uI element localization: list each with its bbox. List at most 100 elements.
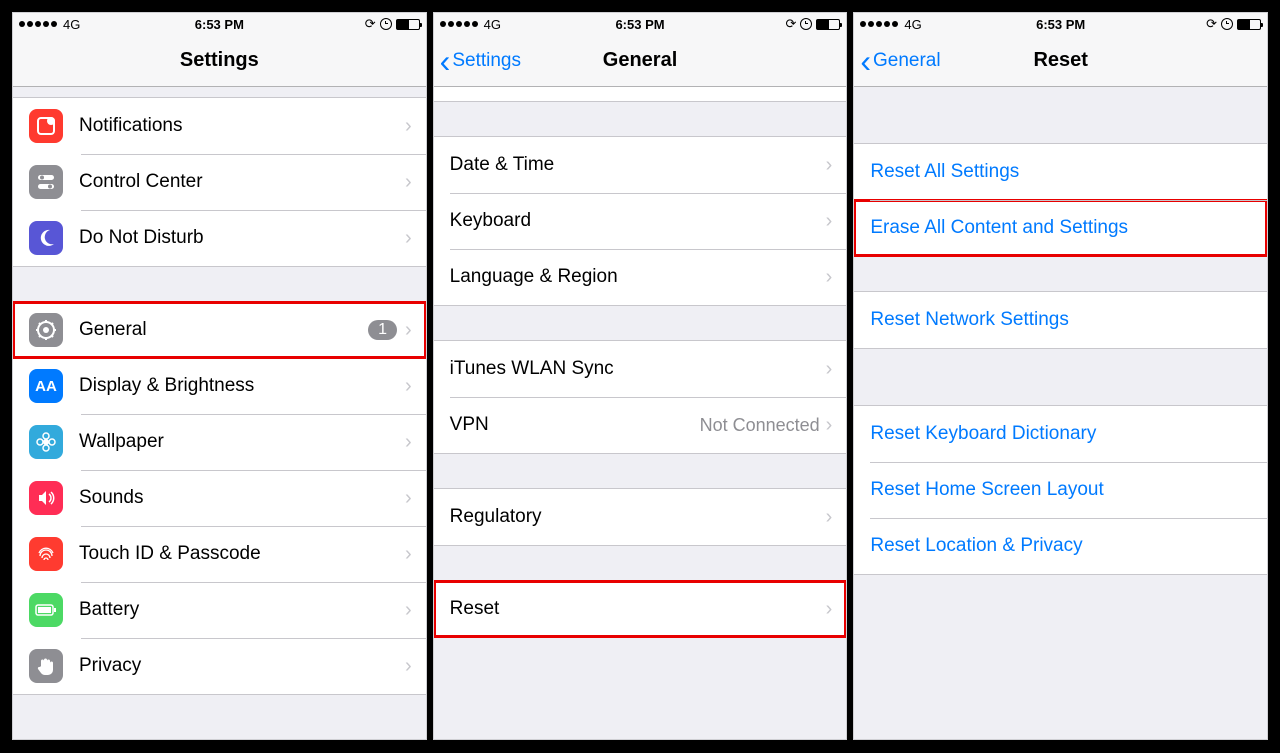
row-label: Touch ID & Passcode <box>79 543 405 565</box>
row-reset-location[interactable]: Reset Location & Privacy <box>854 518 1267 574</box>
battery-icon <box>816 19 840 30</box>
row-reset-home[interactable]: Reset Home Screen Layout <box>854 462 1267 518</box>
row-label: Date & Time <box>450 154 826 176</box>
fingerprint-icon <box>29 537 63 571</box>
clock-label: 6:53 PM <box>854 17 1267 32</box>
row-detail: Not Connected <box>700 415 820 436</box>
row-label: Privacy <box>79 655 405 677</box>
reset-group-1: Reset All Settings Erase All Content and… <box>854 143 1267 257</box>
row-notifications[interactable]: Notifications › <box>13 98 426 154</box>
reset-group-2: Reset Network Settings <box>854 291 1267 349</box>
row-label: Wallpaper <box>79 431 405 453</box>
chevron-right-icon: › <box>826 598 833 621</box>
chevron-right-icon: › <box>405 227 412 250</box>
row-reset-keyboard[interactable]: Reset Keyboard Dictionary <box>854 406 1267 462</box>
gear-icon <box>29 313 63 347</box>
row-language[interactable]: Language & Region › <box>434 249 847 305</box>
settings-group-1: Notifications › Control Center › Do Not … <box>13 97 426 267</box>
alarm-icon <box>800 18 812 30</box>
row-label: Reset Location & Privacy <box>870 535 1253 557</box>
status-bar: 4G 6:53 PM ⟳ <box>434 13 847 35</box>
battery-icon <box>29 593 63 627</box>
row-reset[interactable]: Reset › <box>434 581 847 637</box>
chevron-right-icon: › <box>826 506 833 529</box>
row-label: VPN <box>450 414 700 436</box>
row-privacy[interactable]: Privacy › <box>13 638 426 694</box>
chevron-right-icon: › <box>826 210 833 233</box>
screen-general: 4G 6:53 PM ⟳ ‹ Settings General Date & T… <box>433 12 848 740</box>
reset-group-3: Reset Keyboard Dictionary Reset Home Scr… <box>854 405 1267 575</box>
row-touchid[interactable]: Touch ID & Passcode › <box>13 526 426 582</box>
general-group-1: Date & Time › Keyboard › Language & Regi… <box>434 136 847 306</box>
partial-row <box>434 87 847 101</box>
general-group-3: Regulatory › <box>434 488 847 546</box>
chevron-right-icon: › <box>405 655 412 678</box>
page-title: General <box>434 49 847 72</box>
rotation-lock-icon: ⟳ <box>365 16 376 32</box>
toggles-icon <box>29 165 63 199</box>
rotation-lock-icon: ⟳ <box>785 16 796 32</box>
row-dnd[interactable]: Do Not Disturb › <box>13 210 426 266</box>
row-date-time[interactable]: Date & Time › <box>434 137 847 193</box>
row-battery[interactable]: Battery › <box>13 582 426 638</box>
row-vpn[interactable]: VPN Not Connected › <box>434 397 847 453</box>
status-bar: 4G 6:53 PM ⟳ <box>13 13 426 35</box>
aa-icon: AA <box>29 369 63 403</box>
row-label: Reset Home Screen Layout <box>870 479 1253 501</box>
row-label: Reset Keyboard Dictionary <box>870 423 1253 445</box>
screen-reset: 4G 6:53 PM ⟳ ‹ General Reset Reset All S… <box>853 12 1268 740</box>
general-group-4: Reset › <box>434 580 847 638</box>
row-label: Regulatory <box>450 506 826 528</box>
row-label: Erase All Content and Settings <box>870 217 1253 239</box>
clock-label: 6:53 PM <box>434 17 847 32</box>
page-title: Settings <box>13 49 426 72</box>
row-sounds[interactable]: Sounds › <box>13 470 426 526</box>
general-group-2: iTunes WLAN Sync › VPN Not Connected › <box>434 340 847 454</box>
battery-icon <box>1237 19 1261 30</box>
row-label: Do Not Disturb <box>79 227 405 249</box>
chevron-right-icon: › <box>405 375 412 398</box>
row-general[interactable]: General 1 › <box>13 302 426 358</box>
row-reset-network[interactable]: Reset Network Settings <box>854 292 1267 348</box>
row-label: Language & Region <box>450 266 826 288</box>
row-control-center[interactable]: Control Center › <box>13 154 426 210</box>
row-label: iTunes WLAN Sync <box>450 358 826 380</box>
row-label: Control Center <box>79 171 405 193</box>
row-label: Sounds <box>79 487 405 509</box>
chevron-right-icon: › <box>826 414 833 437</box>
chevron-right-icon: › <box>405 487 412 510</box>
row-regulatory[interactable]: Regulatory › <box>434 489 847 545</box>
row-label: Keyboard <box>450 210 826 232</box>
nav-bar: ‹ General Reset <box>854 35 1267 87</box>
moon-icon <box>29 221 63 255</box>
battery-icon <box>396 19 420 30</box>
row-label: Reset <box>450 598 826 620</box>
row-display[interactable]: AA Display & Brightness › <box>13 358 426 414</box>
settings-group-2: General 1 › AA Display & Brightness › Wa… <box>13 301 426 695</box>
row-wallpaper[interactable]: Wallpaper › <box>13 414 426 470</box>
rotation-lock-icon: ⟳ <box>1206 16 1217 32</box>
alarm-icon <box>1221 18 1233 30</box>
notification-icon <box>29 109 63 143</box>
chevron-right-icon: › <box>826 358 833 381</box>
alarm-icon <box>380 18 392 30</box>
page-title: Reset <box>854 49 1267 72</box>
row-label: Notifications <box>79 115 405 137</box>
chevron-right-icon: › <box>405 431 412 454</box>
partial-group <box>434 87 847 102</box>
chevron-right-icon: › <box>405 319 412 342</box>
hand-icon <box>29 649 63 683</box>
row-reset-all-settings[interactable]: Reset All Settings <box>854 144 1267 200</box>
row-keyboard[interactable]: Keyboard › <box>434 193 847 249</box>
row-erase-all[interactable]: Erase All Content and Settings <box>854 200 1267 256</box>
row-label: Reset Network Settings <box>870 309 1253 331</box>
flower-icon <box>29 425 63 459</box>
nav-bar: ‹ Settings General <box>434 35 847 87</box>
screen-settings: 4G 6:53 PM ⟳ Settings Notifications › Co… <box>12 12 427 740</box>
row-itunes-sync[interactable]: iTunes WLAN Sync › <box>434 341 847 397</box>
chevron-right-icon: › <box>405 115 412 138</box>
status-bar: 4G 6:53 PM ⟳ <box>854 13 1267 35</box>
nav-bar: Settings <box>13 35 426 87</box>
row-label: Display & Brightness <box>79 375 405 397</box>
chevron-right-icon: › <box>405 543 412 566</box>
